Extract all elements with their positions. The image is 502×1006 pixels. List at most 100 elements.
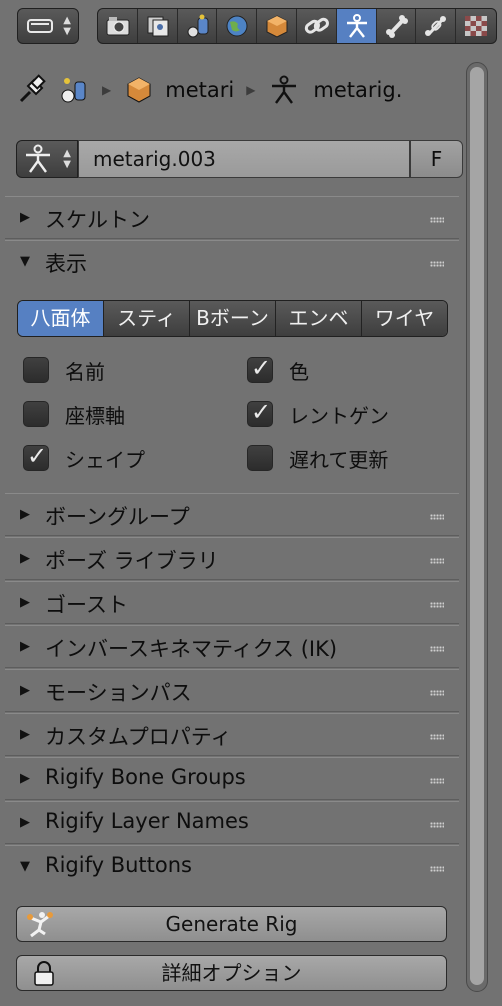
colors-checkbox[interactable]: 色 — [247, 354, 309, 385]
drag-grip-icon[interactable] — [430, 514, 444, 520]
collapsed-arrow-icon: ▶ — [20, 210, 30, 225]
panel-title: スケルトン — [45, 208, 150, 232]
cube-icon — [266, 15, 288, 38]
panel-title: Rigify Bone Groups — [45, 765, 246, 789]
breadcrumb: ▶ metari ▶ metarig. — [16, 70, 402, 110]
panel-title: ポーズ ライブラリ — [45, 549, 219, 573]
object-name: metari — [165, 78, 235, 102]
panel-title: 表示 — [45, 252, 87, 276]
scrollbar-thumb[interactable] — [470, 67, 484, 985]
panel-title: カスタムプロパティ — [45, 725, 232, 749]
fake-user-button[interactable]: F — [410, 140, 463, 178]
updown-arrow-icon: ▲ ▼ — [63, 148, 71, 170]
drag-grip-icon[interactable] — [430, 778, 444, 784]
expanded-arrow-icon: ▼ — [20, 859, 30, 874]
drag-grip-icon[interactable] — [430, 822, 444, 828]
checkbox-label: 名前 — [65, 359, 105, 384]
scrollbar[interactable] — [466, 62, 488, 992]
tab-bone-constraints[interactable] — [416, 9, 457, 43]
armature-pose-icon — [27, 912, 53, 938]
collapsed-arrow-icon: ▶ — [20, 727, 30, 742]
tab-scene[interactable] — [178, 9, 218, 43]
tab-world[interactable] — [217, 9, 258, 43]
button-label: 詳細オプション — [161, 961, 302, 985]
drag-grip-icon[interactable] — [430, 602, 444, 608]
panel-ghost[interactable]: ▶ ゴースト — [5, 581, 459, 624]
tab-constraints[interactable] — [297, 9, 337, 43]
tab-object[interactable] — [257, 9, 297, 43]
panel-rigify-bone-groups[interactable]: ▶ Rigify Bone Groups — [5, 757, 459, 800]
lock-icon — [34, 961, 54, 986]
tab-octahedral[interactable]: 八面体 — [18, 301, 104, 336]
drag-grip-icon[interactable] — [430, 690, 444, 696]
checkbox-label: 座標軸 — [65, 403, 125, 428]
delay-deform-checkbox[interactable]: 遅れて更新 — [247, 443, 388, 473]
properties-header: ▲ ▼ — [0, 0, 502, 52]
advanced-options-button[interactable]: 詳細オプション — [16, 955, 447, 991]
panel-motion-paths[interactable]: ▶ モーションパス — [5, 669, 459, 712]
pin-icon[interactable] — [16, 74, 48, 106]
tab-armature[interactable] — [336, 9, 377, 43]
armature-icon — [346, 14, 367, 38]
tab-render[interactable] — [98, 9, 138, 43]
tab-bone[interactable] — [377, 9, 417, 43]
collapsed-arrow-icon: ▶ — [20, 815, 30, 830]
drag-grip-icon[interactable] — [430, 217, 444, 223]
checkbox-label: 遅れて更新 — [289, 447, 389, 472]
panel-bone-groups[interactable]: ▶ ボーングループ — [5, 493, 459, 536]
collapsed-arrow-icon: ▶ — [20, 639, 30, 654]
bone-constraint-icon — [425, 16, 447, 36]
checkbox-box[interactable] — [23, 357, 49, 383]
checkbox-box[interactable] — [247, 398, 273, 427]
drag-grip-icon[interactable] — [430, 866, 444, 872]
panel-pose-library[interactable]: ▶ ポーズ ライブラリ — [5, 537, 459, 580]
checkbox-box[interactable] — [23, 401, 49, 427]
armature-name-field[interactable]: metarig.003 — [78, 140, 410, 178]
tab-layers[interactable] — [138, 9, 178, 43]
xray-checkbox[interactable]: レントゲン — [247, 398, 389, 429]
context-tabs — [97, 8, 497, 44]
tab-stick[interactable]: スティ — [104, 301, 190, 336]
axes-checkbox[interactable]: 座標軸 — [23, 399, 125, 429]
drag-grip-icon[interactable] — [430, 646, 444, 652]
tab-envelope[interactable]: エンベ — [276, 301, 362, 336]
panel-title: Rigify Buttons — [45, 853, 192, 877]
tab-wire[interactable]: ワイヤ — [362, 301, 447, 336]
armature-browse-button[interactable]: ▲ ▼ — [16, 140, 78, 178]
panel-inverse-kinematics[interactable]: ▶ インバースキネマティクス (IK) — [5, 625, 459, 668]
checkbox-box[interactable] — [23, 442, 49, 471]
tab-bbone[interactable]: Bボーン — [190, 301, 276, 336]
drag-grip-icon[interactable] — [430, 734, 444, 740]
panel-custom-properties[interactable]: ▶ カスタムプロパティ — [5, 713, 459, 756]
names-checkbox[interactable]: 名前 — [23, 355, 105, 385]
panel-title: ゴースト — [45, 593, 128, 617]
panel-title: ボーングループ — [45, 505, 190, 529]
armature-name: metarig. — [313, 78, 403, 102]
editor-type-selector[interactable]: ▲ ▼ — [17, 8, 79, 44]
expanded-arrow-icon: ▼ — [20, 254, 30, 269]
shapes-checkbox[interactable]: シェイプ — [23, 442, 145, 473]
scene-icon — [187, 14, 209, 38]
panel-rigify-layer-names[interactable]: ▶ Rigify Layer Names — [5, 801, 459, 844]
checker-icon — [465, 16, 488, 36]
collapsed-arrow-icon: ▶ — [20, 551, 30, 566]
panel-title: Rigify Layer Names — [45, 809, 249, 833]
drag-grip-icon[interactable] — [430, 261, 444, 267]
drag-grip-icon[interactable] — [430, 558, 444, 564]
bone-icon — [385, 15, 408, 38]
checkbox-box[interactable] — [247, 354, 273, 383]
draw-type-tabs: 八面体 スティ Bボーン エンベ ワイヤ — [17, 300, 448, 337]
panel-rigify-buttons[interactable]: ▼ Rigify Buttons — [5, 845, 459, 888]
generate-rig-button[interactable]: Generate Rig — [16, 906, 447, 942]
checkbox-label: レントゲン — [289, 403, 389, 428]
collapsed-arrow-icon: ▶ — [20, 771, 30, 786]
world-icon — [226, 15, 248, 37]
camera-icon — [106, 17, 130, 36]
checkbox-box[interactable] — [247, 445, 273, 471]
tab-texture[interactable] — [456, 9, 496, 43]
scene-icon — [61, 78, 86, 103]
panel-display[interactable]: ▼ 表示 — [5, 240, 459, 283]
link-icon — [304, 17, 329, 34]
panel-skeleton[interactable]: ▶ スケルトン — [5, 196, 459, 239]
breadcrumb-arrow-icon: ▶ — [102, 83, 112, 97]
